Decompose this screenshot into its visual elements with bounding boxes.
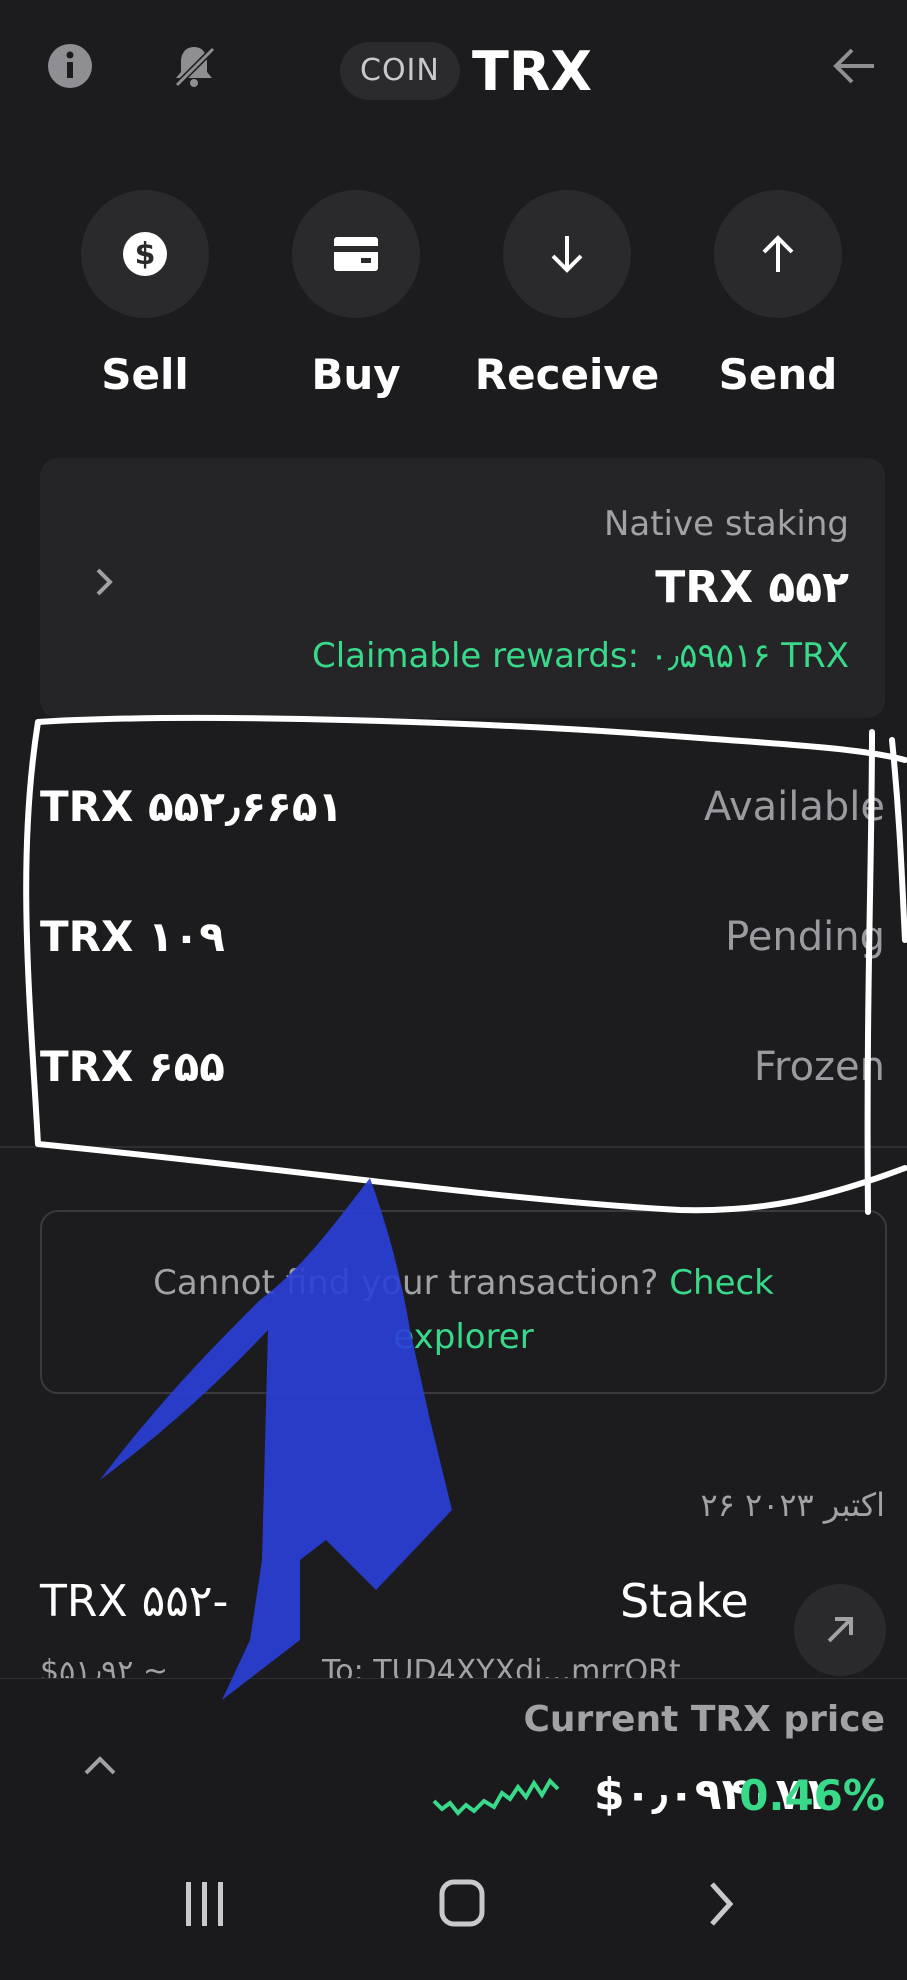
coin-badge: COIN — [340, 42, 460, 100]
receive-label: Receive — [474, 350, 660, 399]
chevron-up-icon[interactable] — [78, 1751, 122, 1783]
buy-button[interactable] — [292, 190, 420, 318]
pending-label: Pending — [725, 914, 885, 960]
native-staking-card[interactable]: Native staking TRX ۵۵۲ Claimable rewards… — [40, 458, 885, 718]
dollar-circle-icon: $ — [81, 190, 209, 318]
frozen-label: Frozen — [753, 1044, 885, 1090]
arrow-down-icon — [503, 190, 631, 318]
receive-button[interactable] — [503, 190, 631, 318]
price-panel: Current TRX price $۰٫۰۹۴۰۷۱ 0.46% — [0, 1678, 907, 1829]
staking-amount: TRX ۵۵۲ — [655, 562, 849, 613]
claimable-rewards: Claimable rewards: ۰٫۵۹۵۱۶ TRX — [311, 636, 849, 676]
frozen-amount: TRX ۶۵۵ — [40, 1042, 225, 1091]
send-label: Send — [718, 350, 838, 399]
price-change: 0.46% — [739, 1771, 885, 1820]
divider — [0, 1146, 907, 1148]
explorer-text: Cannot find your transaction? — [153, 1263, 659, 1303]
tx-type: Stake — [620, 1574, 749, 1628]
buy-label: Buy — [311, 350, 401, 399]
chevron-right-icon — [92, 564, 116, 604]
info-icon[interactable] — [42, 38, 98, 94]
transaction-row[interactable]: TRX ۵۵۲- Stake $۵۱٫۹۲ ~ To: TUD4XYXdi...… — [0, 1560, 907, 1678]
history-date: ۲۶ اکتبر ۲۰۲۳ — [700, 1486, 885, 1524]
tx-fiat: $۵۱٫۹۲ ~ — [40, 1654, 168, 1678]
arrow-up-icon — [714, 190, 842, 318]
sell-label: Sell — [101, 350, 189, 399]
staking-title: Native staking — [603, 504, 849, 544]
home-icon[interactable] — [438, 1878, 486, 1932]
card-icon — [292, 190, 420, 318]
price-sparkline — [432, 1775, 564, 1825]
tx-amount: TRX ۵۵۲- — [40, 1576, 229, 1627]
page-title: TRX — [472, 40, 593, 103]
back-arrow-icon[interactable] — [826, 38, 882, 94]
system-nav-bar — [0, 1828, 907, 1980]
notifications-off-icon[interactable] — [166, 38, 222, 94]
recent-apps-icon[interactable] — [182, 1880, 226, 1932]
svg-text:$: $ — [135, 237, 156, 272]
outgoing-arrow-icon — [794, 1584, 886, 1676]
back-nav-icon[interactable] — [706, 1880, 736, 1932]
price-label: Current TRX price — [523, 1699, 885, 1740]
sell-button[interactable]: $ — [81, 190, 209, 318]
available-amount: TRX ۵۵۲٫۶۶۵۱ — [40, 782, 344, 831]
send-button[interactable] — [714, 190, 842, 318]
explorer-box: Cannot find your transaction? Check expl… — [40, 1210, 887, 1394]
tx-recipient: To: TUD4XYXdi...mrrQRt — [322, 1654, 681, 1678]
available-label: Available — [703, 784, 885, 830]
pending-amount: TRX ۱۰۹ — [40, 912, 225, 961]
